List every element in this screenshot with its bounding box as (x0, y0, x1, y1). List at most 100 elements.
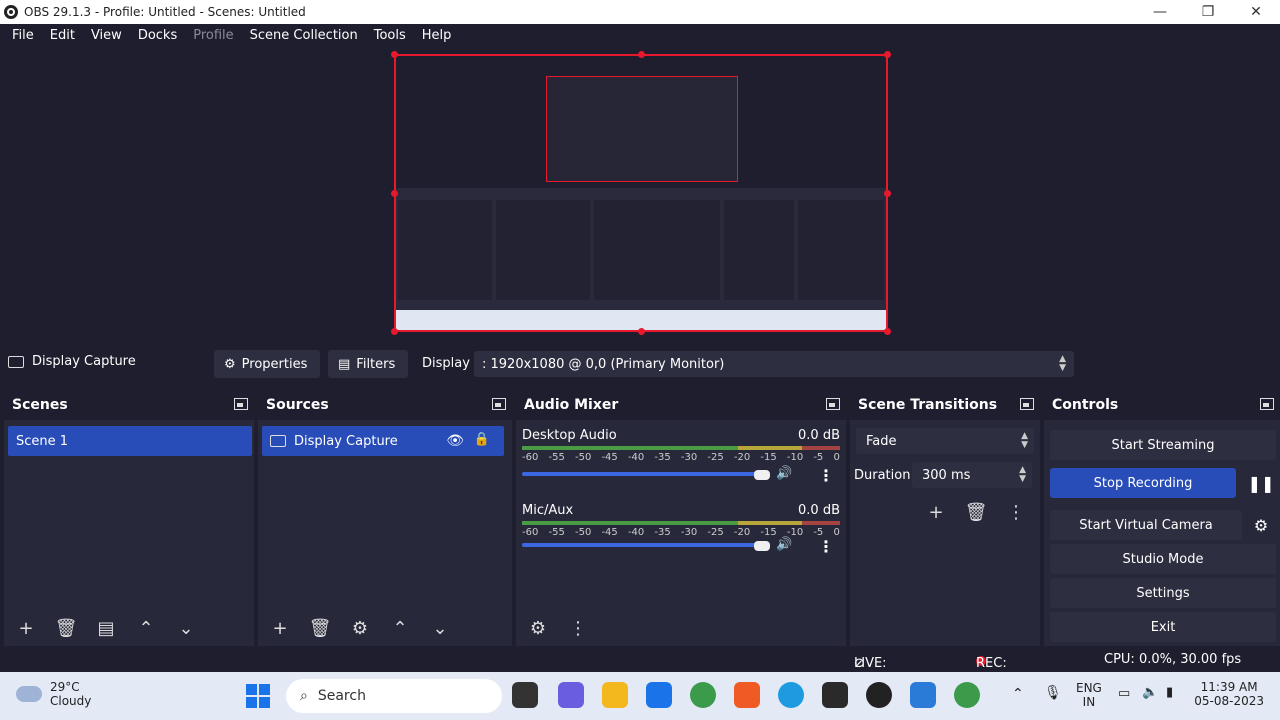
add-source-button[interactable]: + (264, 614, 296, 642)
move-scene-up-button[interactable]: ⌃ (130, 614, 162, 642)
volume-slider-knob[interactable] (754, 541, 770, 551)
resize-handle[interactable] (884, 51, 891, 58)
scene-item[interactable]: Scene 1 (8, 426, 252, 456)
duration-value: 300 ms (922, 467, 971, 483)
speaker-icon[interactable]: 🔊 (776, 537, 792, 552)
scale-tick: -45 (601, 527, 618, 538)
filters-button[interactable]: ▤ Filters (328, 350, 408, 378)
mixer-menu-button[interactable]: ⋮ (562, 614, 594, 642)
clock[interactable]: 11:39 AM 05-08-2023 (1194, 680, 1264, 708)
preview-canvas[interactable] (391, 51, 891, 335)
kebab-menu-icon[interactable]: ⋮ (818, 537, 834, 556)
resize-handle[interactable] (638, 51, 645, 58)
scale-tick: -40 (627, 452, 645, 463)
chevron-updown-icon[interactable]: ▲ ▼ (1019, 466, 1026, 484)
menu-view[interactable]: View (89, 28, 124, 43)
properties-button[interactable]: ⚙ Properties (214, 350, 320, 378)
resize-handle[interactable] (391, 328, 398, 335)
advanced-audio-button[interactable]: ⚙ (522, 614, 554, 642)
virtual-camera-settings-button[interactable]: ⚙ (1246, 510, 1276, 540)
obs-taskbar-icon[interactable] (866, 682, 892, 708)
davinci-resolve-icon[interactable] (822, 682, 848, 708)
teams-chat-icon[interactable] (558, 682, 584, 708)
lock-icon[interactable]: 🔒 (474, 432, 490, 447)
transition-menu-button[interactable]: ⋮ (1000, 498, 1032, 526)
scale-tick: -45 (601, 452, 618, 463)
resize-handle[interactable] (391, 51, 398, 58)
minimize-button[interactable]: — (1136, 0, 1184, 24)
volume-icon[interactable]: 🔈 (1142, 685, 1158, 700)
stop-recording-button[interactable]: Stop Recording (1050, 468, 1236, 498)
scene-transitions-dock: Scene Transitions Fade ▲ ▼ Duration 300 m… (850, 390, 1040, 646)
store-icon[interactable] (646, 682, 672, 708)
chevron-up-icon: ⌃ (138, 617, 154, 639)
transition-select[interactable]: Fade ▲ ▼ (856, 428, 1034, 454)
scene-transitions-header: Scene Transitions (850, 390, 1040, 420)
weather-widget[interactable]: 29°C Cloudy (16, 680, 91, 708)
menu-bar: File Edit View Docks Profile Scene Colle… (0, 24, 1280, 46)
remove-transition-button[interactable]: 🗑 (960, 498, 992, 526)
maximize-button[interactable]: ❐ (1184, 0, 1232, 24)
move-source-up-button[interactable]: ⌃ (384, 614, 416, 642)
taskbar-search[interactable]: ⌕ Search (286, 679, 502, 713)
chrome-icon[interactable] (954, 682, 980, 708)
menu-tools[interactable]: Tools (372, 28, 408, 43)
undock-icon[interactable] (1260, 398, 1274, 410)
undock-icon[interactable] (492, 398, 506, 410)
clock-date: 05-08-2023 (1194, 694, 1264, 708)
edge-icon[interactable] (778, 682, 804, 708)
resize-handle[interactable] (884, 328, 891, 335)
microphone-icon[interactable]: 🎙 (1044, 685, 1062, 701)
network-icon[interactable]: ▭ (1118, 686, 1130, 701)
menu-scene-collection[interactable]: Scene Collection (248, 28, 360, 43)
undock-icon[interactable] (234, 398, 248, 410)
duration-spinbox[interactable]: 300 ms ▲ ▼ (912, 462, 1032, 488)
add-scene-button[interactable]: + (10, 614, 42, 642)
remove-scene-button[interactable]: 🗑 (50, 614, 82, 642)
battery-icon[interactable]: ▮ (1166, 685, 1173, 700)
speaker-icon[interactable]: 🔊 (776, 466, 792, 481)
add-transition-button[interactable]: + (920, 498, 952, 526)
menu-edit[interactable]: Edit (48, 28, 77, 43)
scene-filters-button[interactable]: ▤ (90, 614, 122, 642)
chevron-up-icon[interactable]: ⌃ (1012, 686, 1024, 702)
visibility-eye-icon[interactable]: 👁 (446, 433, 464, 449)
task-view-icon[interactable] (512, 682, 538, 708)
menu-profile[interactable]: Profile (191, 28, 235, 43)
resize-handle[interactable] (391, 190, 398, 197)
move-scene-down-button[interactable]: ⌄ (170, 614, 202, 642)
move-source-down-button[interactable]: ⌄ (424, 614, 456, 642)
start-streaming-button[interactable]: Start Streaming (1050, 430, 1276, 460)
volume-slider[interactable] (522, 470, 770, 480)
display-select[interactable]: : 1920x1080 @ 0,0 (Primary Monitor) ▲ ▼ (474, 351, 1074, 377)
resize-handle[interactable] (638, 328, 645, 335)
volume-slider-knob[interactable] (754, 470, 770, 480)
kebab-menu-icon[interactable]: ⋮ (818, 466, 834, 485)
sources-header: Sources (258, 390, 512, 420)
resize-handle[interactable] (884, 190, 891, 197)
source-item[interactable]: Display Capture 👁 🔒 (262, 426, 504, 456)
file-explorer-icon[interactable] (602, 682, 628, 708)
pause-recording-button[interactable]: ❚❚ (1246, 468, 1276, 498)
windows-start-icon[interactable] (246, 684, 270, 708)
chrome-icon[interactable] (690, 682, 716, 708)
display-select-value: : 1920x1080 @ 0,0 (Primary Monitor) (482, 356, 725, 372)
transition-select-value: Fade (866, 433, 897, 449)
source-item-label: Display Capture (294, 433, 398, 449)
close-button[interactable]: ✕ (1232, 0, 1280, 24)
volume-slider[interactable] (522, 541, 770, 551)
language-indicator[interactable]: ENG IN (1076, 681, 1102, 709)
settings-button[interactable]: Settings (1050, 578, 1276, 608)
remove-source-button[interactable]: 🗑 (304, 614, 336, 642)
menu-docks[interactable]: Docks (136, 28, 179, 43)
brave-icon[interactable] (734, 682, 760, 708)
start-virtual-camera-button[interactable]: Start Virtual Camera (1050, 510, 1242, 540)
vscode-icon[interactable] (910, 682, 936, 708)
exit-button[interactable]: Exit (1050, 612, 1276, 642)
menu-help[interactable]: Help (420, 28, 454, 43)
studio-mode-button[interactable]: Studio Mode (1050, 544, 1276, 574)
undock-icon[interactable] (826, 398, 840, 410)
menu-file[interactable]: File (10, 28, 36, 43)
source-properties-button[interactable]: ⚙ (344, 614, 376, 642)
undock-icon[interactable] (1020, 398, 1034, 410)
